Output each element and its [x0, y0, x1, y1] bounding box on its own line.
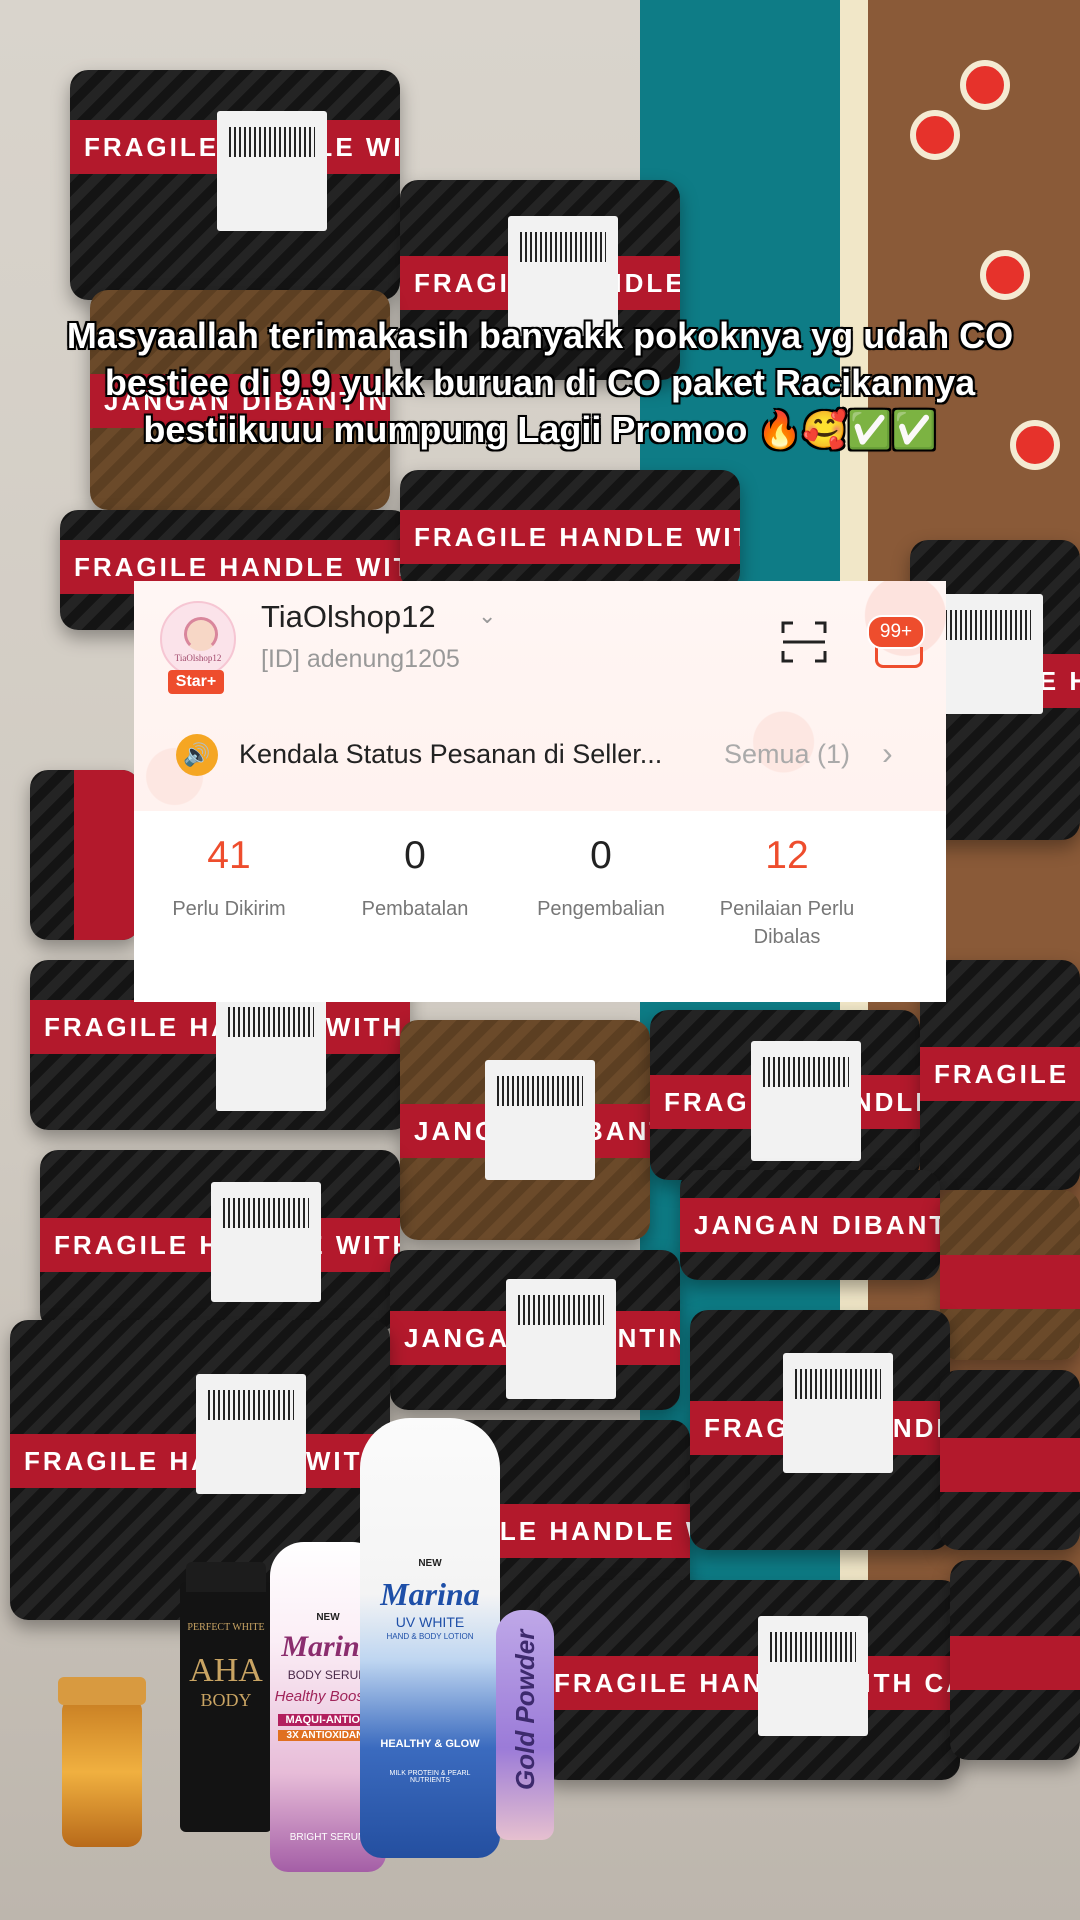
shipping-label [217, 111, 328, 232]
package [940, 1370, 1080, 1550]
shipping-label [782, 1353, 893, 1474]
star-plus-badge: Star+ [168, 670, 224, 694]
stat-value: 0 [590, 834, 612, 877]
stat-label: Penilaian Perlu Dibalas [719, 898, 855, 948]
shipping-label [485, 1059, 595, 1180]
aha-body-product: PERFECT WHITE AHA BODY [180, 1562, 272, 1832]
stat-value: 0 [404, 834, 426, 877]
store-icon[interactable] [875, 647, 923, 668]
fragile-tape: FRAGILE HANDLE WITH CARE [400, 510, 740, 564]
product-text: NEW [418, 1558, 442, 1569]
shipping-label [932, 594, 1043, 714]
marina-uv-white-product: NEW Marina UV WHITE HAND & BODY LOTION H… [360, 1418, 500, 1858]
product-text: AHA [189, 1652, 263, 1689]
package: FRAGILE HANDLE WITH CARE [650, 1010, 920, 1180]
package: FRAGILE HANDLE WITH CARE [690, 1310, 950, 1550]
shop-avatar[interactable]: TiaOlshop12 [160, 601, 236, 677]
announcement-bar[interactable]: 🔊 Kendala Status Pesanan di Seller... Se… [134, 715, 946, 795]
fragile-tape [950, 1636, 1080, 1690]
stat-penilaian[interactable]: 12 Penilaian Perlu Dibalas [694, 831, 880, 951]
scan-icon[interactable] [781, 621, 827, 663]
package [950, 1560, 1080, 1760]
honey-jar-product [58, 1677, 146, 1847]
package: JANGAN DIBANTING [400, 1020, 650, 1240]
fragile-tape: FRAGILE HANDLE WITH CARE [920, 1047, 1080, 1102]
product-brand: Marina [380, 1576, 480, 1612]
stat-value: 12 [765, 834, 809, 877]
stat-label: Pembatalan [361, 898, 469, 920]
jar-cap [58, 1677, 146, 1705]
stat-label: Perlu Dikirim [172, 898, 286, 920]
package: FRAGILE HANDLE WITH CARE [70, 70, 400, 300]
package [940, 1190, 1080, 1360]
rug-flower [960, 60, 1010, 110]
stat-perlu-dikirim[interactable]: 41 Perlu Dikirim [136, 831, 322, 923]
product-text: HEALTHY & GLOW [380, 1738, 480, 1750]
shipping-label [750, 1040, 861, 1161]
package: FRAGILE HANDLE WITH CARE [40, 1150, 400, 1330]
product-text: HAND & BODY LOTION [386, 1632, 474, 1641]
avatar-hijab-icon [184, 617, 218, 651]
product-text: Gold Powder [510, 1629, 540, 1790]
order-stats: 41 Perlu Dikirim 0 Pembatalan 0 Pengemba… [134, 831, 946, 981]
fragile-tape: FRAGILE HANDLE WITH CARE [540, 1656, 960, 1710]
shipping-label [196, 1374, 307, 1494]
fragile-tape: JANGAN DIBANTING [680, 1198, 940, 1252]
stat-value: 41 [207, 834, 251, 877]
shop-id: [ID] adenung1205 [261, 645, 460, 673]
avatar-text: TiaOlshop12 [174, 653, 222, 663]
gold-powder-product: Gold Powder [496, 1610, 554, 1840]
fragile-tape [74, 770, 140, 940]
package [30, 770, 140, 940]
rug-flower [980, 250, 1030, 300]
notification-badge[interactable]: 99+ [867, 615, 925, 649]
shop-name[interactable]: TiaOlshop12 [261, 599, 436, 635]
product-text: MILK PROTEIN & PEARL NUTRIENTS [389, 1770, 471, 1784]
stat-pengembalian[interactable]: 0 Pengembalian [508, 831, 694, 923]
chevron-right-icon[interactable]: › [882, 735, 893, 772]
shipping-label [216, 990, 327, 1111]
stat-pembatalan[interactable]: 0 Pembatalan [322, 831, 508, 923]
product-text: UV WHITE [395, 1614, 465, 1630]
announcement-text[interactable]: Kendala Status Pesanan di Seller... [239, 739, 662, 770]
fragile-tape [940, 1254, 1080, 1309]
video-caption: Masyaallah terimakasih banyakk pokoknya … [66, 314, 1014, 451]
speaker-icon: 🔊 [176, 734, 218, 776]
product-text: PERFECT WHITE [187, 1622, 265, 1633]
product-text: BODY [200, 1690, 252, 1710]
package: JANGAN DIBANTING [680, 1170, 940, 1280]
stat-label: Pengembalian [537, 898, 665, 920]
shipping-label [757, 1616, 868, 1736]
shop-card: TiaOlshop12 Star+ TiaOlshop12 ⌄ [ID] ade… [134, 581, 946, 1002]
package: JANGAN DIBANTING [390, 1250, 680, 1410]
chevron-down-icon[interactable]: ⌄ [478, 603, 496, 629]
rug-flower [910, 110, 960, 160]
shipping-label [506, 1278, 617, 1399]
tube-cap [186, 1562, 266, 1592]
package: FRAGILE HANDLE WITH CARE [400, 470, 740, 590]
shipping-label [210, 1182, 321, 1303]
announcement-all-link[interactable]: Semua (1) [724, 739, 850, 770]
fragile-tape [940, 1438, 1080, 1493]
package: FRAGILE HANDLE WITH CARE [540, 1580, 960, 1780]
